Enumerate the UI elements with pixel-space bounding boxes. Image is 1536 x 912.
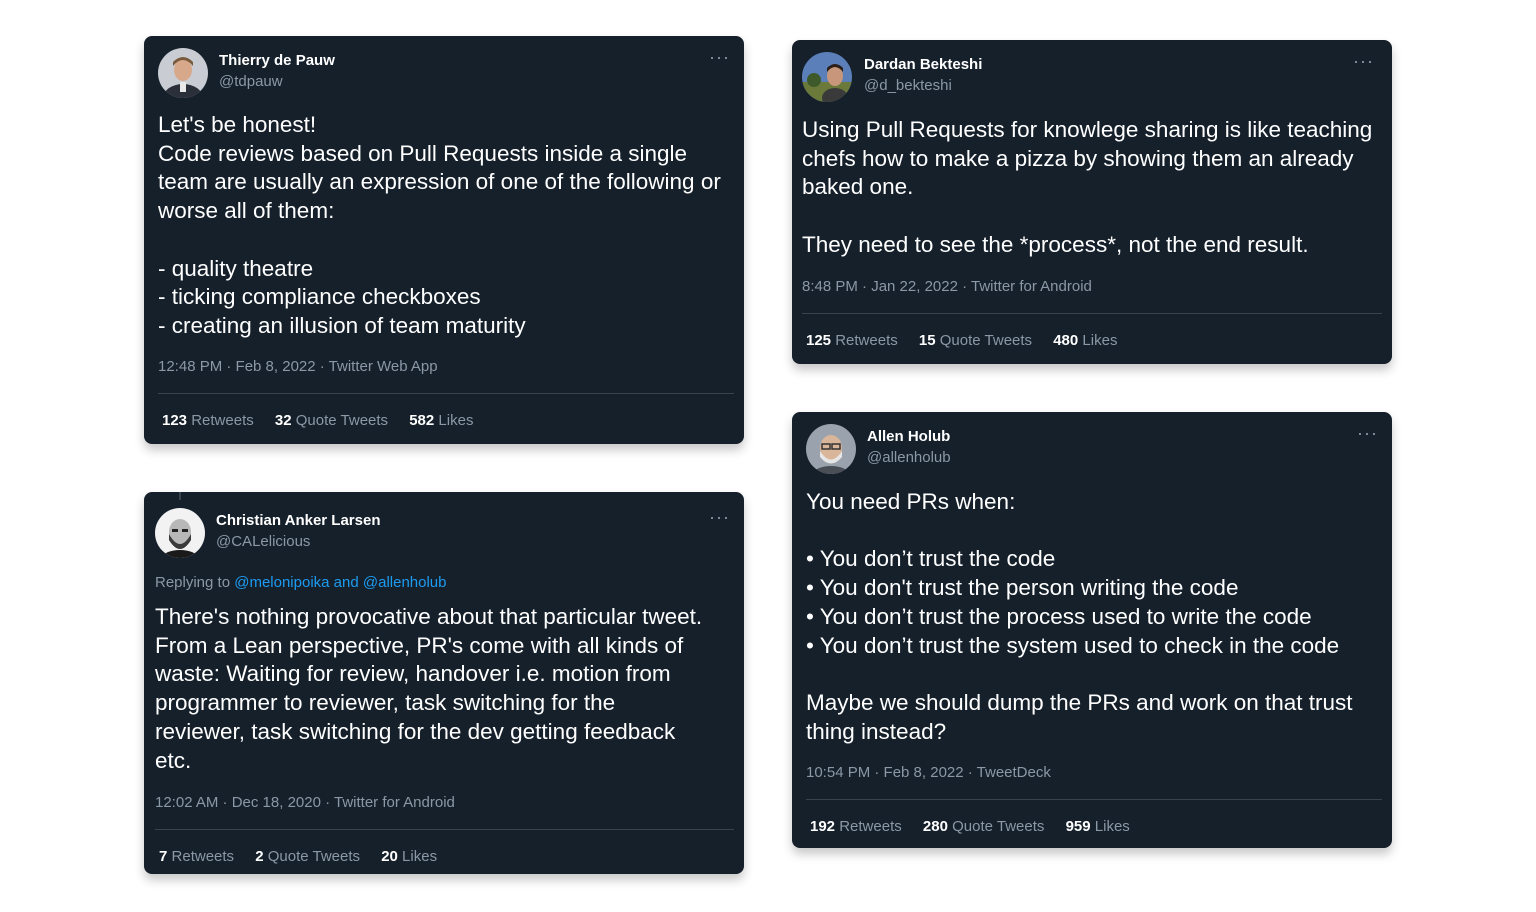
quotes-label: Quote Tweets <box>267 848 361 865</box>
retweets-count: 123 <box>162 412 188 429</box>
quotes-stat[interactable]: 280 Quote Tweets <box>923 818 1044 835</box>
tweet-meta[interactable]: 10:54 PM · Feb 8, 2022 · TweetDeck <box>806 764 1051 781</box>
retweets-label: Retweets <box>171 848 235 865</box>
divider <box>158 393 734 394</box>
tweet-meta[interactable]: 12:48 PM · Feb 8, 2022 · Twitter Web App <box>158 358 438 375</box>
tweet-text: There's nothing provocative about that p… <box>155 604 703 773</box>
divider <box>155 829 734 830</box>
quotes-count: 15 <box>918 332 936 349</box>
quotes-label: Quote Tweets <box>952 818 1045 835</box>
more-horizontal-icon[interactable]: ··· <box>1357 424 1378 442</box>
tweet-card-dardan: Dardan Bekteshi @d_bekteshi ··· Using Pu… <box>792 40 1392 364</box>
likes-stat[interactable]: 480 Likes <box>1053 332 1117 349</box>
reply-user-link[interactable]: @allenholub <box>363 574 447 591</box>
avatar[interactable] <box>806 424 856 474</box>
replying-to: Replying to @melonipoika and @allenholub <box>155 574 447 591</box>
tweet-stats: 192 Retweets 280 Quote Tweets 959 Likes <box>810 818 1147 835</box>
author-name[interactable]: Allen Holub <box>867 428 950 445</box>
tweet-text: You need PRs when: • You don’t trust the… <box>806 489 1353 744</box>
tweet-header: Allen Holub @allenholub ··· <box>806 424 1378 474</box>
likes-count: 582 <box>409 412 435 429</box>
tweet-text: Using Pull Requests for knowlege sharing… <box>802 117 1373 257</box>
retweets-label: Retweets <box>835 332 898 349</box>
tweet-card-thierry: Thierry de Pauw @tdpauw ··· Let's be hon… <box>144 36 744 444</box>
likes-label: Likes <box>438 412 474 429</box>
likes-label: Likes <box>1094 818 1130 835</box>
likes-stat[interactable]: 959 Likes <box>1066 818 1130 835</box>
retweets-label: Retweets <box>191 412 254 429</box>
quotes-stat[interactable]: 15 Quote Tweets <box>919 332 1032 349</box>
more-horizontal-icon[interactable]: ··· <box>709 48 730 66</box>
tweet-stats: 7 Retweets 2 Quote Tweets 20 Likes <box>159 848 454 865</box>
tweet-header: Thierry de Pauw @tdpauw ··· <box>158 48 730 98</box>
likes-stat[interactable]: 20 Likes <box>381 848 437 865</box>
tweet-card-christian: Christian Anker Larsen @CALelicious ··· … <box>144 492 744 874</box>
retweets-stat[interactable]: 192 Retweets <box>810 818 902 835</box>
author-handle[interactable]: @tdpauw <box>219 73 283 90</box>
retweets-count: 125 <box>806 332 832 349</box>
tweet-stats: 125 Retweets 15 Quote Tweets 480 Likes <box>806 332 1134 349</box>
likes-label: Likes <box>402 848 438 865</box>
retweets-count: 192 <box>810 818 836 835</box>
tweet-meta[interactable]: 8:48 PM · Jan 22, 2022 · Twitter for And… <box>802 278 1092 295</box>
quotes-label: Quote Tweets <box>939 332 1033 349</box>
thread-connector-line <box>179 492 181 500</box>
quotes-count: 32 <box>274 412 292 429</box>
quotes-count: 280 <box>922 818 948 835</box>
quotes-stat[interactable]: 32 Quote Tweets <box>275 412 388 429</box>
reply-user-link[interactable]: @melonipoika <box>234 574 329 591</box>
avatar[interactable] <box>155 508 205 558</box>
avatar[interactable] <box>802 52 852 102</box>
tweet-header: Dardan Bekteshi @d_bekteshi ··· <box>802 52 1378 102</box>
author-name[interactable]: Thierry de Pauw <box>219 52 335 69</box>
quotes-stat[interactable]: 2 Quote Tweets <box>255 848 360 865</box>
retweets-stat[interactable]: 123 Retweets <box>162 412 254 429</box>
likes-label: Likes <box>1082 332 1118 349</box>
likes-stat[interactable]: 582 Likes <box>409 412 473 429</box>
author-handle[interactable]: @CALelicious <box>216 533 310 550</box>
tweet-header: Christian Anker Larsen @CALelicious ··· <box>155 508 730 558</box>
tweet-meta[interactable]: 12:02 AM · Dec 18, 2020 · Twitter for An… <box>155 794 455 811</box>
likes-count: 480 <box>1053 332 1079 349</box>
avatar[interactable] <box>158 48 208 98</box>
reply-and: and <box>333 574 359 591</box>
retweets-label: Retweets <box>839 818 902 835</box>
author-handle[interactable]: @allenholub <box>867 449 951 466</box>
retweets-stat[interactable]: 125 Retweets <box>806 332 898 349</box>
divider <box>802 313 1382 314</box>
author-name[interactable]: Christian Anker Larsen <box>216 512 381 529</box>
divider <box>806 799 1382 800</box>
author-handle[interactable]: @d_bekteshi <box>864 77 952 94</box>
tweet-stats: 123 Retweets 32 Quote Tweets 582 Likes <box>162 412 490 429</box>
reply-prefix: Replying to <box>155 574 231 591</box>
retweets-stat[interactable]: 7 Retweets <box>159 848 234 865</box>
likes-count: 959 <box>1065 818 1091 835</box>
likes-count: 20 <box>381 848 398 865</box>
retweets-count: 7 <box>159 848 168 865</box>
tweet-text: Let's be honest! Code reviews based on P… <box>158 112 721 338</box>
more-horizontal-icon[interactable]: ··· <box>1353 52 1374 70</box>
author-name[interactable]: Dardan Bekteshi <box>864 56 982 73</box>
tweet-card-allen: Allen Holub @allenholub ··· You need PRs… <box>792 412 1392 848</box>
quotes-count: 2 <box>255 848 264 865</box>
more-horizontal-icon[interactable]: ··· <box>709 508 730 526</box>
quotes-label: Quote Tweets <box>295 412 389 429</box>
